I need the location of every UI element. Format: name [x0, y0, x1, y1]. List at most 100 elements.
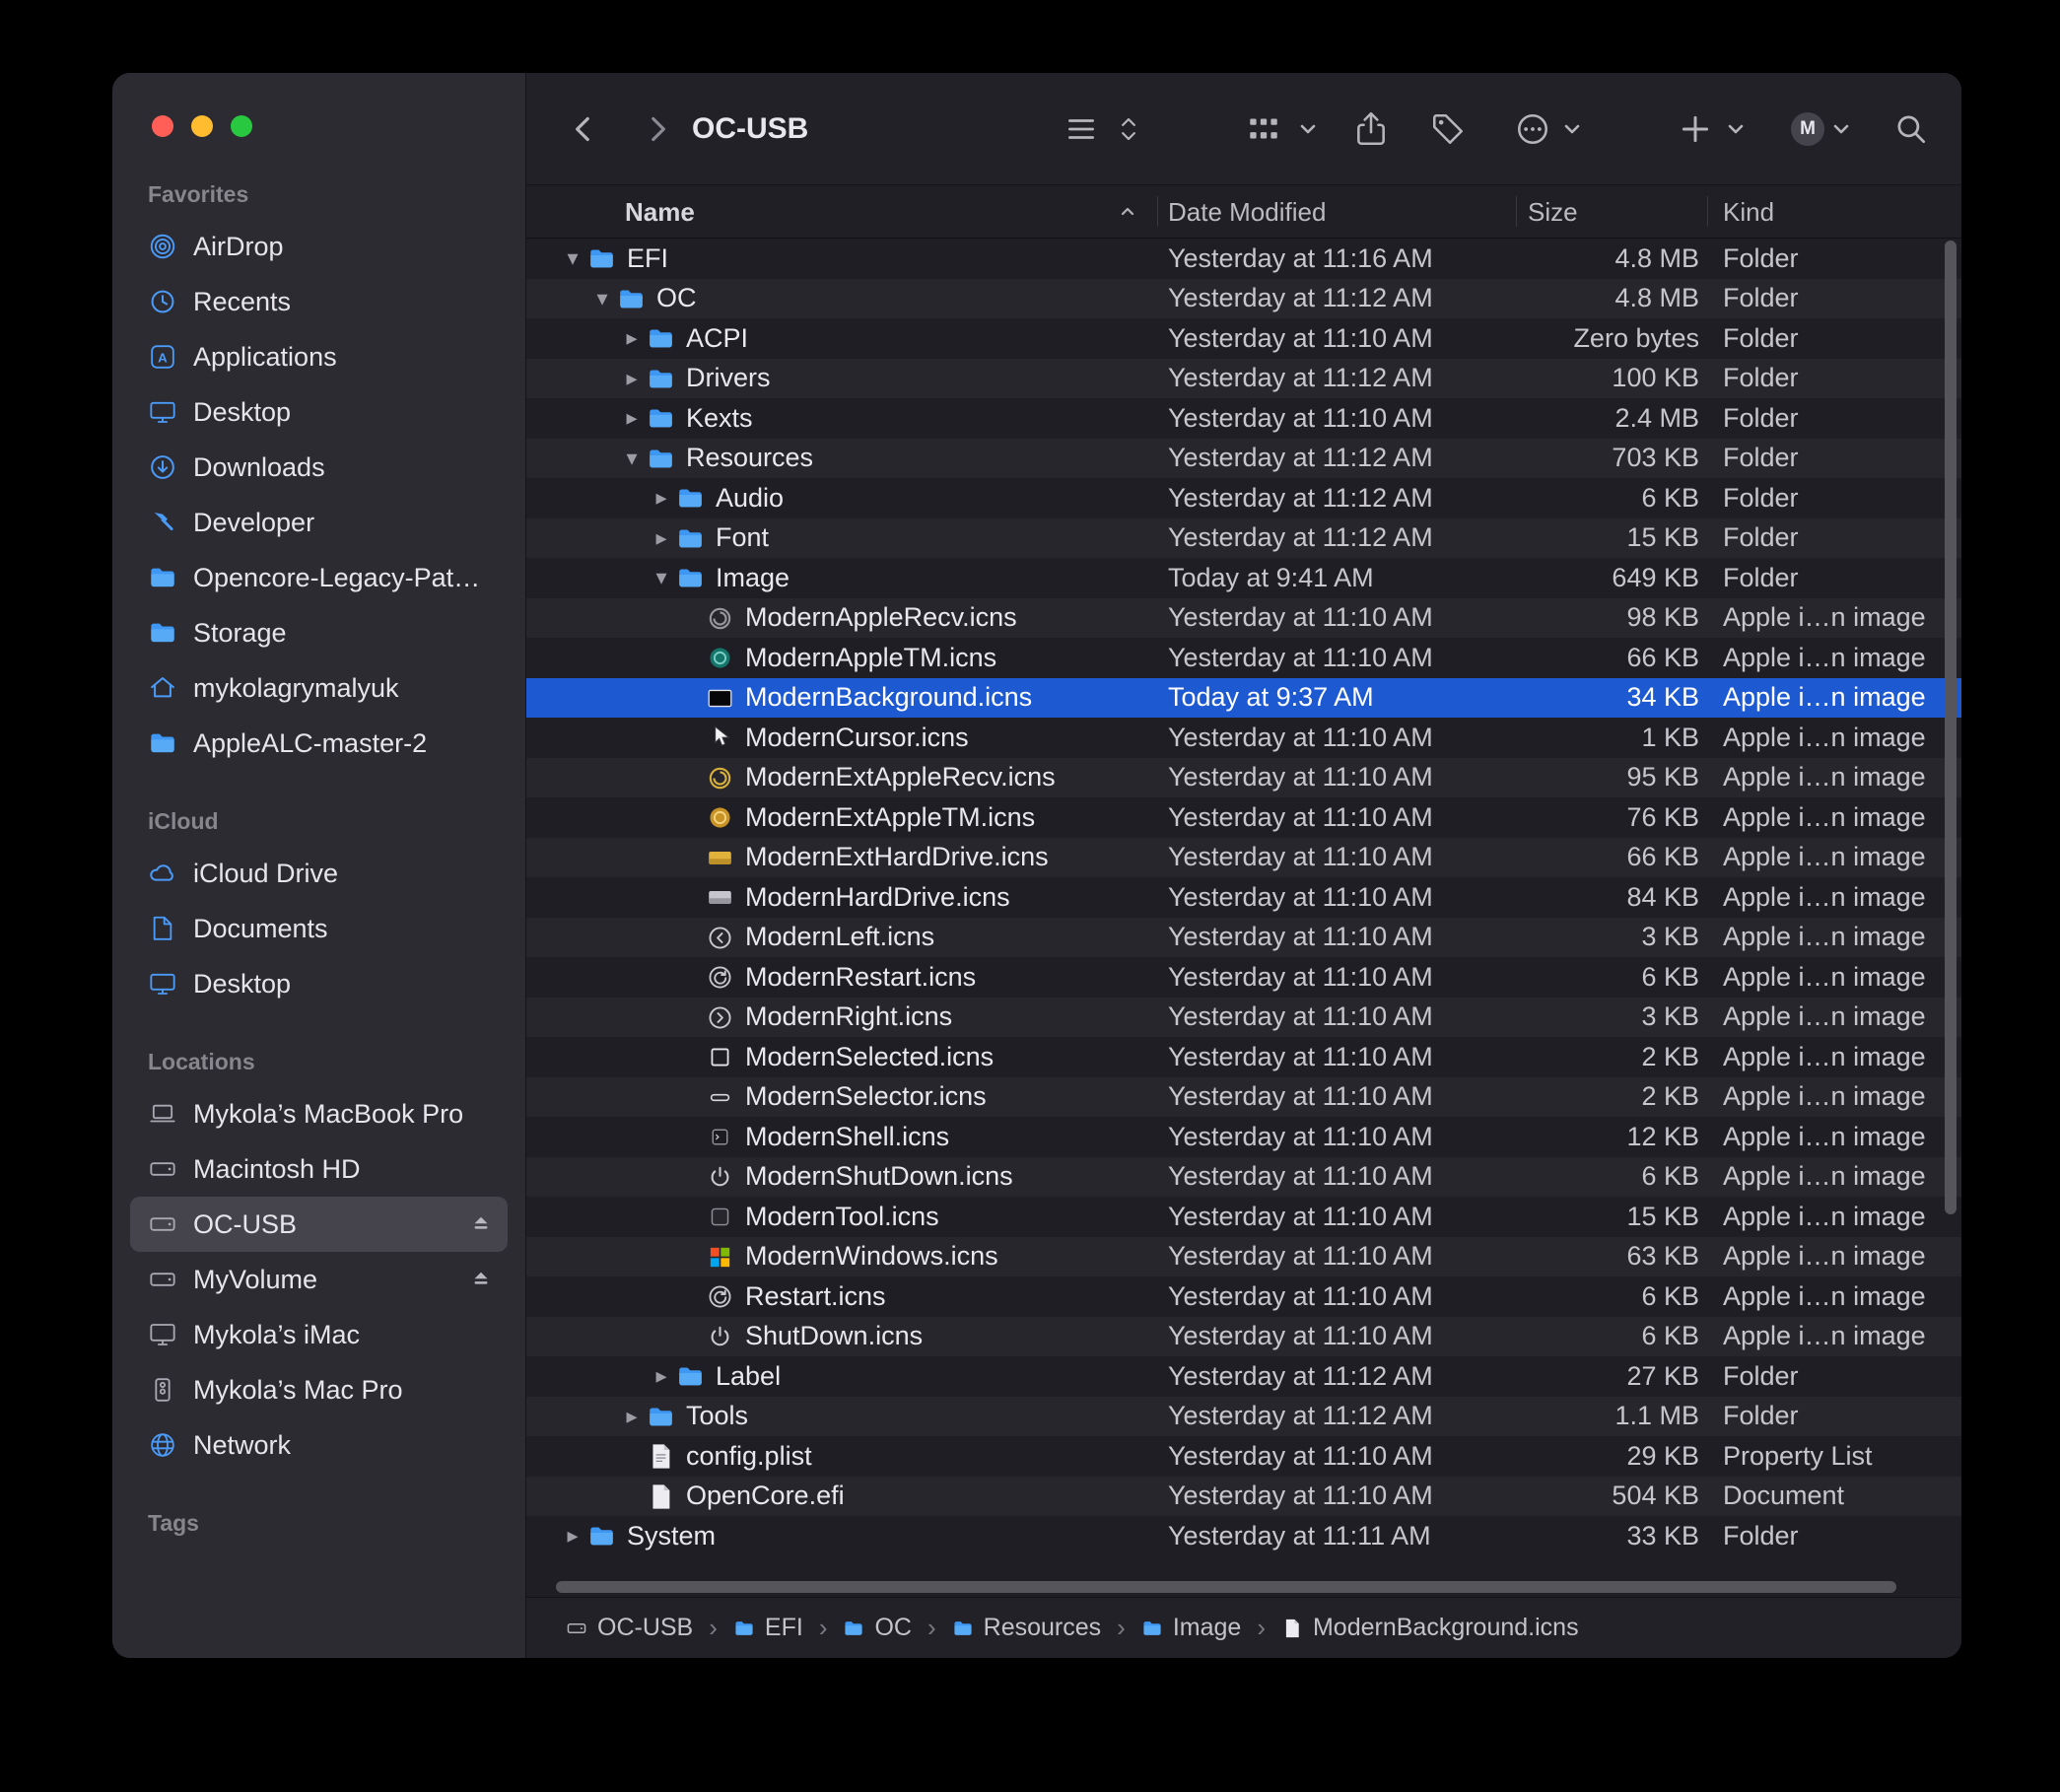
file-row-modernapplerecv-icns[interactable]: ModernAppleRecv.icnsYesterday at 11:10 A… [526, 598, 1961, 639]
file-row-opencore-efi[interactable]: OpenCore.efiYesterday at 11:10 AM504 KBD… [526, 1477, 1961, 1517]
path-item-oc-usb[interactable]: OC-USB [566, 1614, 693, 1642]
search-button[interactable] [1889, 73, 1933, 185]
sidebar-item-mykolagrymalyuk[interactable]: mykolagrymalyuk [130, 660, 508, 716]
file-row-modernappletm-icns[interactable]: ModernAppleTM.icnsYesterday at 11:10 AM6… [526, 638, 1961, 678]
column-header-name[interactable]: Name [625, 185, 695, 239]
sidebar-item-macintosh-hd[interactable]: Macintosh HD [130, 1141, 508, 1197]
file-row-shutdown-icns[interactable]: ShutDown.icnsYesterday at 11:10 AM6 KBAp… [526, 1317, 1961, 1357]
disclosure-closed-icon[interactable]: ▸ [619, 398, 645, 439]
path-item-oc[interactable]: OC [843, 1614, 912, 1642]
file-row-tools[interactable]: ▸ToolsYesterday at 11:12 AM1.1 MBFolder [526, 1397, 1961, 1437]
sidebar-item-airdrop[interactable]: AirDrop [130, 219, 508, 274]
more-actions-chevron[interactable] [1550, 73, 1594, 185]
file-row-restart-icns[interactable]: Restart.icnsYesterday at 11:10 AM6 KBApp… [526, 1276, 1961, 1317]
file-row-acpi[interactable]: ▸ACPIYesterday at 11:10 AMZero bytesFold… [526, 318, 1961, 359]
sidebar-item-developer[interactable]: Developer [130, 495, 508, 550]
back-button[interactable] [562, 73, 605, 185]
disclosure-open-icon[interactable]: ▾ [619, 439, 645, 479]
file-row-efi[interactable]: ▾EFIYesterday at 11:16 AM4.8 MBFolder [526, 239, 1961, 279]
disclosure-closed-icon[interactable]: ▸ [560, 1516, 585, 1556]
toolbar: OC-USB [526, 73, 1961, 185]
sidebar-item-recents[interactable]: Recents [130, 274, 508, 329]
file-row-modernextharddrive-icns[interactable]: ModernExtHardDrive.icnsYesterday at 11:1… [526, 838, 1961, 878]
sidebar-item-desktop[interactable]: Desktop [130, 384, 508, 440]
file-row-system[interactable]: ▸SystemYesterday at 11:11 AM33 KBFolder [526, 1516, 1961, 1556]
file-row-image[interactable]: ▾ImageToday at 9:41 AM649 KBFolder [526, 558, 1961, 598]
sidebar-item-icloud-drive[interactable]: iCloud Drive [130, 846, 508, 901]
disclosure-closed-icon[interactable]: ▸ [649, 518, 674, 559]
disclosure-open-icon[interactable]: ▾ [560, 239, 585, 279]
path-item-image[interactable]: Image [1141, 1614, 1241, 1642]
file-name: OC [656, 279, 697, 319]
share-button[interactable] [1349, 73, 1393, 185]
vertical-scrollbar[interactable] [1945, 241, 1957, 1214]
sidebar-item-desktop[interactable]: Desktop [130, 956, 508, 1011]
file-row-drivers[interactable]: ▸DriversYesterday at 11:12 AM100 KBFolde… [526, 359, 1961, 399]
eject-icon[interactable] [468, 1267, 494, 1292]
sidebar-item-mykola-s-imac[interactable]: Mykola’s iMac [130, 1307, 508, 1362]
disclosure-closed-icon[interactable]: ▸ [619, 359, 645, 399]
sidebar-item-myvolume[interactable]: MyVolume [130, 1252, 508, 1307]
file-row-label[interactable]: ▸LabelYesterday at 11:12 AM27 KBFolder [526, 1356, 1961, 1397]
minimize-button[interactable] [191, 115, 213, 137]
sidebar-item-downloads[interactable]: Downloads [130, 440, 508, 495]
file-row-moderncursor-icns[interactable]: ModernCursor.icnsYesterday at 11:10 AM1 … [526, 718, 1961, 758]
file-kind: Folder [1723, 398, 1799, 439]
file-row-modernleft-icns[interactable]: ModernLeft.icnsYesterday at 11:10 AM3 KB… [526, 918, 1961, 958]
new-item-chevron[interactable] [1714, 73, 1757, 185]
file-row-resources[interactable]: ▾ResourcesYesterday at 11:12 AM703 KBFol… [526, 439, 1961, 479]
file-size: 1.1 MB [1463, 1397, 1699, 1437]
account-chevron[interactable] [1820, 73, 1863, 185]
sidebar-item-documents[interactable]: Documents [130, 901, 508, 956]
disclosure-closed-icon[interactable]: ▸ [649, 1356, 674, 1397]
disclosure-open-icon[interactable]: ▾ [649, 558, 674, 598]
file-row-modernextappletm-icns[interactable]: ModernExtAppleTM.icnsYesterday at 11:10 … [526, 797, 1961, 838]
sidebar-item-applications[interactable]: AApplications [130, 329, 508, 384]
path-item-modernbackground-icns[interactable]: ModernBackground.icns [1281, 1614, 1579, 1642]
disclosure-closed-icon[interactable]: ▸ [619, 318, 645, 359]
more-actions-button[interactable] [1511, 73, 1554, 185]
file-row-modernbackground-icns[interactable]: ModernBackground.icnsToday at 9:37 AM34 … [526, 678, 1961, 719]
column-header-kind[interactable]: Kind [1723, 185, 1774, 239]
horizontal-scrollbar[interactable] [556, 1581, 1896, 1593]
sidebar-item-storage[interactable]: Storage [130, 605, 508, 660]
file-row-modernshutdown-icns[interactable]: ModernShutDown.icnsYesterday at 11:10 AM… [526, 1157, 1961, 1198]
view-sort-toggle[interactable] [1107, 73, 1150, 185]
file-row-audio[interactable]: ▸AudioYesterday at 11:12 AM6 KBFolder [526, 478, 1961, 518]
file-row-modernharddrive-icns[interactable]: ModernHardDrive.icnsYesterday at 11:10 A… [526, 877, 1961, 918]
forward-button[interactable] [636, 73, 679, 185]
disclosure-open-icon[interactable]: ▾ [589, 279, 615, 319]
file-row-modernright-icns[interactable]: ModernRight.icnsYesterday at 11:10 AM3 K… [526, 998, 1961, 1038]
file-row-moderntool-icns[interactable]: ModernTool.icnsYesterday at 11:10 AM15 K… [526, 1197, 1961, 1237]
sidebar-item-mykola-s-mac-pro[interactable]: Mykola’s Mac Pro [130, 1362, 508, 1417]
new-item-button[interactable] [1674, 73, 1717, 185]
file-row-modernwindows-icns[interactable]: ModernWindows.icnsYesterday at 11:10 AM6… [526, 1237, 1961, 1277]
path-item-efi[interactable]: EFI [733, 1614, 803, 1642]
fullscreen-button[interactable] [231, 115, 252, 137]
file-row-modernextapplerecv-icns[interactable]: ModernExtAppleRecv.icnsYesterday at 11:1… [526, 758, 1961, 798]
file-row-modernselector-icns[interactable]: ModernSelector.icnsYesterday at 11:10 AM… [526, 1077, 1961, 1118]
column-header-size[interactable]: Size [1528, 185, 1578, 239]
close-button[interactable] [152, 115, 173, 137]
column-header-date-modified[interactable]: Date Modified [1168, 185, 1326, 239]
tags-button[interactable] [1426, 73, 1470, 185]
sidebar-item-mykola-s-macbook-pro[interactable]: Mykola’s MacBook Pro [130, 1086, 508, 1141]
sidebar-item-oc-usb[interactable]: OC-USB [130, 1197, 508, 1252]
eject-icon[interactable] [468, 1211, 494, 1237]
sidebar-item-applealc-master-2[interactable]: AppleALC-master-2 [130, 716, 508, 771]
file-row-config-plist[interactable]: config.plistYesterday at 11:10 AM29 KBPr… [526, 1436, 1961, 1477]
file-row-kexts[interactable]: ▸KextsYesterday at 11:10 AM2.4 MBFolder [526, 398, 1961, 439]
sidebar-item-opencore-legacy-pat[interactable]: Opencore-Legacy-Pat… [130, 550, 508, 605]
view-list-button[interactable] [1060, 73, 1103, 185]
file-row-modernshell-icns[interactable]: ModernShell.icnsYesterday at 11:10 AM12 … [526, 1117, 1961, 1157]
group-chevron[interactable] [1286, 73, 1330, 185]
file-row-oc[interactable]: ▾OCYesterday at 11:12 AM4.8 MBFolder [526, 279, 1961, 319]
sidebar-item-network[interactable]: Network [130, 1417, 508, 1473]
disclosure-closed-icon[interactable]: ▸ [619, 1397, 645, 1437]
file-row-modernrestart-icns[interactable]: ModernRestart.icnsYesterday at 11:10 AM6… [526, 957, 1961, 998]
file-row-modernselected-icns[interactable]: ModernSelected.icnsYesterday at 11:10 AM… [526, 1037, 1961, 1077]
group-button[interactable] [1242, 73, 1285, 185]
disclosure-closed-icon[interactable]: ▸ [649, 478, 674, 518]
file-row-font[interactable]: ▸FontYesterday at 11:12 AM15 KBFolder [526, 518, 1961, 559]
path-item-resources[interactable]: Resources [952, 1614, 1102, 1642]
